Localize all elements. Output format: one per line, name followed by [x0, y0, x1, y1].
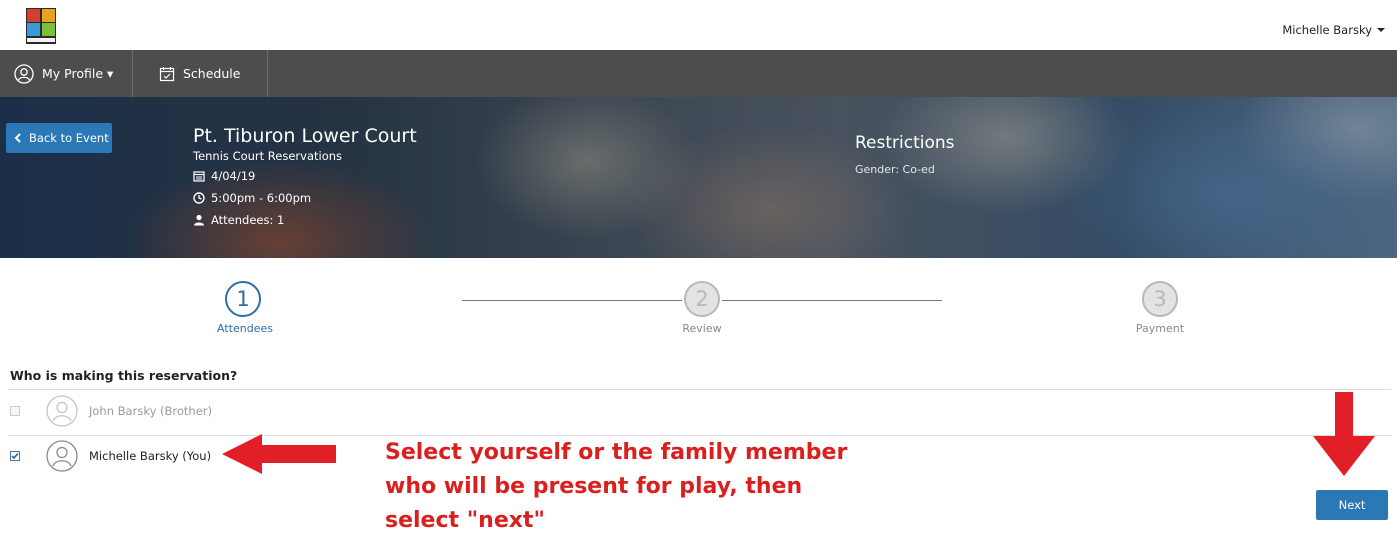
logo-tile [42, 9, 55, 22]
instruction-annotation: Select yourself or the family member who… [385, 436, 885, 537]
step-1-label: Attendees [217, 322, 273, 335]
calendar-icon [193, 171, 205, 182]
step-3-indicator: 3 [1142, 281, 1178, 317]
event-title: Pt. Tiburon Lower Court [193, 125, 417, 147]
user-menu[interactable]: Michelle Barsky [1282, 23, 1385, 37]
event-attendees: Attendees: 1 [193, 213, 284, 227]
logo-tile [27, 23, 40, 36]
user-circle-icon [14, 63, 34, 84]
event-banner: Back to Event Pt. Tiburon Lower Court Te… [0, 97, 1397, 258]
event-date: 4/04/19 [193, 169, 255, 183]
step-1-number: 1 [236, 287, 250, 311]
logo-tile [27, 9, 40, 22]
divider [8, 389, 1391, 390]
next-button[interactable]: Next [1316, 490, 1388, 520]
step-3-number: 3 [1153, 287, 1167, 311]
event-subtitle: Tennis Court Reservations [193, 149, 343, 163]
restrictions-title: Restrictions [855, 133, 955, 153]
checkmark-icon [11, 452, 19, 460]
attendee-name: John Barsky (Brother) [89, 404, 213, 418]
annotation-line: select "next" [385, 508, 545, 533]
step-2-indicator: 2 [684, 281, 720, 317]
attendee-checkbox[interactable] [10, 451, 20, 461]
event-time-text: 5:00pm - 6:00pm [211, 191, 312, 205]
attendee-name: Michelle Barsky (You) [89, 449, 212, 463]
annotation-line: Select yourself or the family member [385, 440, 848, 465]
top-bar: Michelle Barsky [0, 0, 1397, 50]
event-date-text: 4/04/19 [211, 169, 256, 183]
step-connector [722, 300, 942, 301]
club-logo[interactable] [26, 8, 56, 44]
user-name: Michelle Barsky [1282, 23, 1372, 37]
step-2-number: 2 [695, 287, 709, 311]
caret-down-icon [1377, 28, 1385, 32]
avatar-icon [46, 440, 78, 472]
logo-tile [42, 23, 55, 36]
step-connector [462, 300, 682, 301]
restrictions-text: Gender: Co-ed [855, 163, 935, 176]
reservation-question: Who is making this reservation? [10, 368, 238, 383]
avatar-icon [46, 395, 78, 427]
nav-my-profile[interactable]: My Profile ▾ [0, 50, 133, 97]
annotation-arrow-down-icon [1313, 392, 1375, 476]
nav-my-profile-label: My Profile ▾ [42, 66, 114, 81]
attendee-row: Michelle Barsky (You) [10, 439, 211, 473]
clock-icon [193, 192, 205, 204]
event-time: 5:00pm - 6:00pm [193, 191, 311, 205]
person-icon [194, 214, 204, 226]
logo-band [27, 38, 55, 42]
back-to-event-label: Back to Event [29, 131, 109, 145]
annotation-line: who will be present for play, then [385, 474, 803, 499]
attendee-checkbox[interactable] [10, 406, 20, 416]
calendar-check-icon [159, 66, 175, 81]
event-attendees-text: Attendees: 1 [211, 213, 285, 227]
attendee-row: John Barsky (Brother) [10, 394, 212, 428]
chevron-left-icon [14, 133, 21, 143]
nav-schedule[interactable]: Schedule [133, 50, 268, 97]
annotation-arrow-left-icon [222, 434, 336, 474]
main-nav: My Profile ▾ Schedule [0, 50, 1397, 97]
nav-schedule-label: Schedule [183, 66, 241, 81]
step-3-label: Payment [1135, 322, 1185, 335]
back-to-event-button[interactable]: Back to Event [6, 123, 112, 153]
step-1-indicator: 1 [225, 281, 261, 317]
step-2-label: Review [682, 322, 722, 335]
